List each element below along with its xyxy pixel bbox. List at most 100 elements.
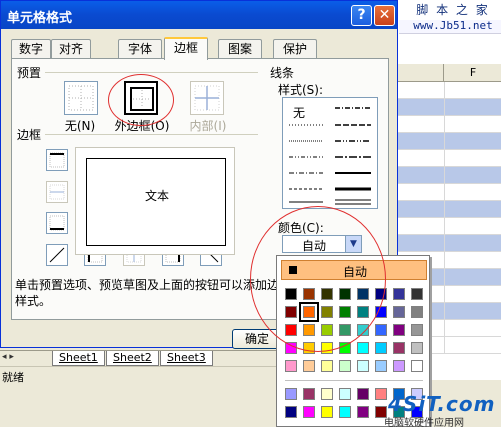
grid-row[interactable] bbox=[395, 201, 501, 218]
preset-group-divider bbox=[45, 72, 258, 73]
sheet-tab-3[interactable]: Sheet3 bbox=[160, 351, 213, 366]
tab-patterns[interactable]: 图案 bbox=[218, 39, 262, 59]
color-swatch[interactable] bbox=[321, 288, 333, 300]
color-swatch[interactable] bbox=[411, 324, 423, 336]
color-swatch[interactable] bbox=[303, 288, 315, 300]
color-swatch[interactable] bbox=[321, 406, 333, 418]
preview-cell: 文本 bbox=[86, 158, 226, 246]
color-swatch[interactable] bbox=[393, 288, 405, 300]
grid-row[interactable] bbox=[395, 116, 501, 133]
color-swatch[interactable] bbox=[393, 342, 405, 354]
color-swatch[interactable] bbox=[303, 342, 315, 354]
grid-row[interactable] bbox=[395, 218, 501, 235]
color-swatch[interactable] bbox=[303, 388, 315, 400]
color-swatch[interactable] bbox=[339, 324, 351, 336]
color-swatch[interactable] bbox=[393, 306, 405, 318]
grid-row[interactable] bbox=[395, 184, 501, 201]
sheet-tab-1[interactable]: Sheet1 bbox=[52, 351, 105, 366]
color-swatch[interactable] bbox=[285, 360, 297, 372]
color-swatch[interactable] bbox=[375, 342, 387, 354]
close-button[interactable]: ✕ bbox=[374, 5, 395, 26]
grid-row[interactable] bbox=[395, 133, 501, 150]
tab-font[interactable]: 字体 bbox=[118, 39, 162, 59]
preset-outline-button[interactable] bbox=[124, 81, 158, 115]
preset-inside-button[interactable] bbox=[190, 81, 224, 115]
color-swatch[interactable] bbox=[339, 388, 351, 400]
color-swatch[interactable] bbox=[285, 306, 297, 318]
color-swatch[interactable] bbox=[339, 288, 351, 300]
preview-text: 文本 bbox=[144, 189, 169, 203]
grid-row[interactable] bbox=[395, 167, 501, 184]
border-diagonal-up-button[interactable] bbox=[46, 244, 68, 266]
grid-row[interactable] bbox=[395, 99, 501, 116]
color-swatch[interactable] bbox=[411, 288, 423, 300]
color-swatch[interactable] bbox=[357, 388, 369, 400]
color-swatch[interactable] bbox=[285, 406, 297, 418]
color-swatch[interactable] bbox=[321, 324, 333, 336]
color-swatch[interactable] bbox=[411, 306, 423, 318]
tab-number[interactable]: 数字 bbox=[11, 39, 51, 59]
color-swatch[interactable] bbox=[393, 360, 405, 372]
tab-alignment[interactable]: 对齐 bbox=[51, 39, 91, 59]
color-swatch[interactable] bbox=[411, 360, 423, 372]
watermark-jb51: 脚 本 之 家 www.Jb51.net bbox=[405, 2, 501, 50]
color-swatch[interactable] bbox=[357, 360, 369, 372]
border-bottom-button[interactable] bbox=[46, 212, 68, 234]
color-swatch[interactable] bbox=[299, 302, 319, 322]
line-group-label: 线条 bbox=[270, 66, 295, 80]
border-top-button[interactable] bbox=[46, 149, 68, 171]
line-style-samples[interactable] bbox=[283, 98, 377, 208]
watermark-4sit: 4SiT.com 电脑软硬件应用网 bbox=[384, 392, 501, 427]
preset-outline-label: 外边框(O) bbox=[114, 119, 170, 133]
dialog-titlebar[interactable]: 单元格格式 ? ✕ bbox=[1, 1, 397, 29]
preset-none-button[interactable] bbox=[64, 81, 98, 115]
help-button[interactable]: ? bbox=[351, 5, 372, 26]
border-group-label: 边框 bbox=[17, 128, 42, 142]
color-swatch[interactable] bbox=[375, 360, 387, 372]
color-swatch[interactable] bbox=[375, 324, 387, 336]
sheet-nav-arrows[interactable]: ◂ ▸ bbox=[2, 352, 14, 362]
border-inside-horizontal-button[interactable] bbox=[46, 181, 68, 203]
color-swatch[interactable] bbox=[411, 342, 423, 354]
color-swatch[interactable] bbox=[393, 324, 405, 336]
color-swatch[interactable] bbox=[321, 388, 333, 400]
preset-group-label: 预置 bbox=[17, 66, 42, 80]
grid-row[interactable] bbox=[395, 82, 501, 99]
color-swatch[interactable] bbox=[339, 360, 351, 372]
style-label: 样式(S): bbox=[278, 83, 324, 97]
watermark-url: www.Jb51.net bbox=[413, 19, 493, 32]
color-swatch[interactable] bbox=[321, 342, 333, 354]
color-swatch[interactable] bbox=[285, 324, 297, 336]
column-header-f[interactable]: F bbox=[445, 64, 501, 82]
color-swatch[interactable] bbox=[321, 360, 333, 372]
color-swatch[interactable] bbox=[357, 406, 369, 418]
color-swatch[interactable] bbox=[339, 306, 351, 318]
color-swatch[interactable] bbox=[375, 306, 387, 318]
color-swatch[interactable] bbox=[285, 388, 297, 400]
color-swatch[interactable] bbox=[357, 342, 369, 354]
border-preview[interactable]: 文本 bbox=[75, 147, 235, 255]
color-swatch[interactable] bbox=[303, 360, 315, 372]
color-swatch[interactable] bbox=[339, 406, 351, 418]
color-swatch[interactable] bbox=[303, 406, 315, 418]
color-swatch[interactable] bbox=[339, 342, 351, 354]
color-swatch[interactable] bbox=[321, 306, 333, 318]
grid-row[interactable] bbox=[395, 235, 501, 252]
color-swatch[interactable] bbox=[357, 324, 369, 336]
color-swatch[interactable] bbox=[303, 324, 315, 336]
color-swatch[interactable] bbox=[357, 306, 369, 318]
tab-protection[interactable]: 保护 bbox=[273, 39, 317, 59]
grid-row[interactable] bbox=[395, 150, 501, 167]
color-swatch[interactable] bbox=[375, 288, 387, 300]
chevron-down-icon[interactable]: ▼ bbox=[345, 236, 361, 252]
palette-automatic-option[interactable]: 自动 bbox=[281, 260, 427, 280]
column-header-e[interactable] bbox=[400, 64, 444, 82]
color-swatch[interactable] bbox=[285, 288, 297, 300]
color-swatch[interactable] bbox=[357, 288, 369, 300]
line-style-list[interactable]: 无 bbox=[282, 97, 378, 209]
sheet-tab-2[interactable]: Sheet2 bbox=[106, 351, 159, 366]
ok-button[interactable]: 确定 bbox=[232, 329, 282, 349]
line-color-select[interactable]: 自动 ▼ bbox=[282, 235, 362, 253]
tab-border[interactable]: 边框 bbox=[164, 37, 208, 60]
color-swatch[interactable] bbox=[285, 342, 297, 354]
